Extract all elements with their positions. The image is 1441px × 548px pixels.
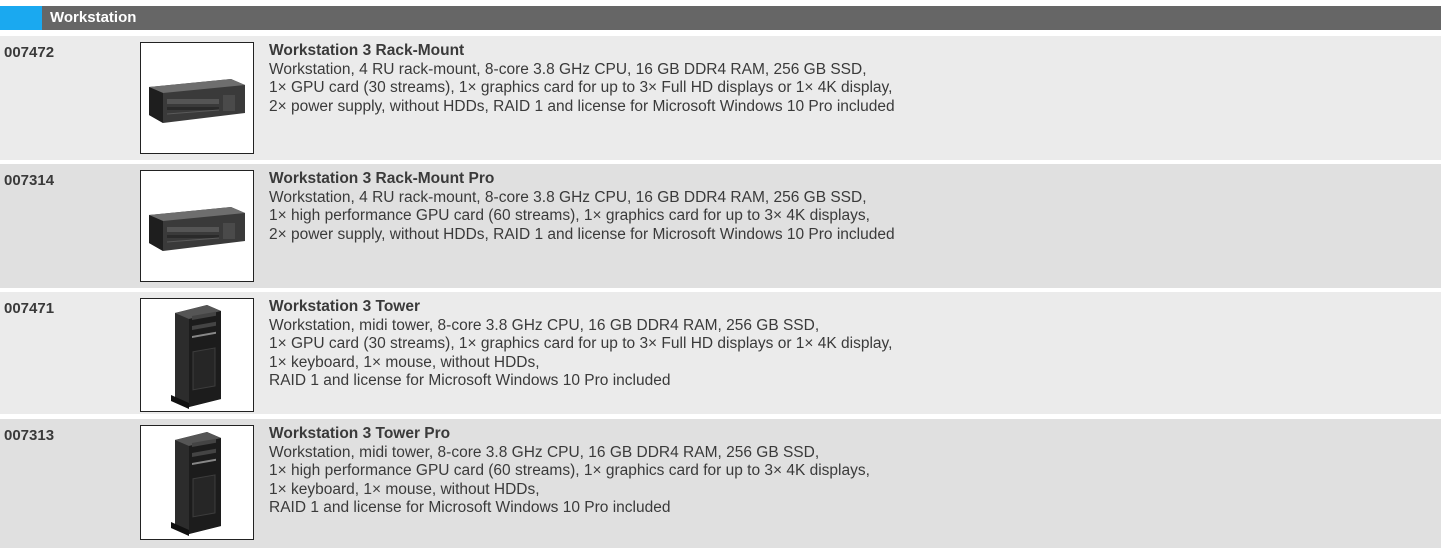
rack-mount-server-icon xyxy=(140,170,254,282)
description-line: RAID 1 and license for Microsoft Windows… xyxy=(269,372,671,389)
product-description: Workstation 3 Rack-Mount Pro Workstation… xyxy=(269,170,1429,244)
product-row: 007472 Workstation 3 Rack-Mount Workstat… xyxy=(0,36,1441,160)
section-header: Workstation xyxy=(0,6,1441,30)
article-number: 007314 xyxy=(4,172,55,189)
section-accent-bar xyxy=(0,6,42,30)
description-line: 1× GPU card (30 streams), 1× graphics ca… xyxy=(269,335,893,352)
article-number: 007471 xyxy=(4,300,55,317)
article-number: 007313 xyxy=(4,427,55,444)
description-line: 1× keyboard, 1× mouse, without HDDs, xyxy=(269,353,540,371)
description-line: Workstation, 4 RU rack-mount, 8-core 3.8… xyxy=(269,60,867,78)
product-description: Workstation 3 Tower Pro Workstation, mid… xyxy=(269,425,1429,518)
product-row: 007471 Workstation 3 Tower Workstation, … xyxy=(0,292,1441,414)
description-line: 1× high performance GPU card (60 streams… xyxy=(269,207,870,224)
tower-pc-icon xyxy=(140,425,254,540)
product-description: Workstation 3 Tower Workstation, midi to… xyxy=(269,298,1429,391)
product-name: Workstation 3 Rack-Mount xyxy=(269,42,465,59)
product-description: Workstation 3 Rack-Mount Workstation, 4 … xyxy=(269,42,1429,116)
description-line: 1× GPU card (30 streams), 1× graphics ca… xyxy=(269,79,893,96)
section-title: Workstation xyxy=(50,9,137,26)
description-line: Workstation, 4 RU rack-mount, 8-core 3.8… xyxy=(269,188,867,206)
description-line: 1× keyboard, 1× mouse, without HDDs, xyxy=(269,480,540,498)
product-name: Workstation 3 Tower Pro xyxy=(269,425,451,442)
product-row: 007314 Workstation 3 Rack-Mount Pro Work… xyxy=(0,164,1441,288)
product-name: Workstation 3 Tower xyxy=(269,298,421,315)
description-line: Workstation, midi tower, 8-core 3.8 GHz … xyxy=(269,316,820,334)
description-line: Workstation, midi tower, 8-core 3.8 GHz … xyxy=(269,443,820,461)
description-line: 2× power supply, without HDDs, RAID 1 an… xyxy=(269,97,895,115)
rack-mount-server-icon xyxy=(140,42,254,154)
description-line: 2× power supply, without HDDs, RAID 1 an… xyxy=(269,225,895,243)
description-line: 1× high performance GPU card (60 streams… xyxy=(269,462,870,479)
tower-pc-icon xyxy=(140,298,254,412)
article-number: 007472 xyxy=(4,44,55,61)
product-row: 007313 Workstation 3 Tower Pro Workstati… xyxy=(0,419,1441,548)
description-line: RAID 1 and license for Microsoft Windows… xyxy=(269,499,671,516)
product-name: Workstation 3 Rack-Mount Pro xyxy=(269,170,495,187)
